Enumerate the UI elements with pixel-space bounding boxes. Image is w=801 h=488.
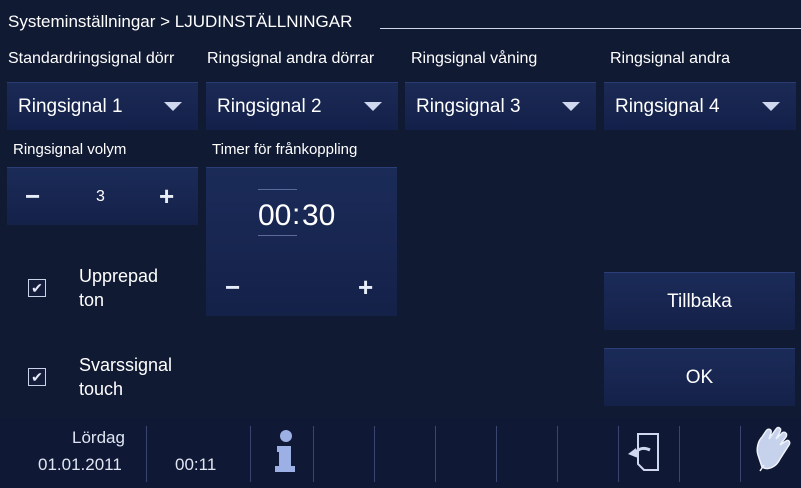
repeat-tone-label-line1: Upprepad (79, 266, 159, 286)
info-icon[interactable] (268, 428, 302, 474)
status-separator (146, 426, 147, 482)
timer-panel: 00 : 30 − + (206, 167, 397, 316)
door-ringtone-value: Ringsignal 1 (18, 95, 123, 117)
door-ringtone-dropdown[interactable]: Ringsignal 1 (7, 82, 198, 130)
volume-increase-button[interactable]: + (159, 183, 174, 209)
back-button[interactable]: Tillbaka (604, 272, 795, 330)
volume-decrease-button[interactable]: − (25, 183, 40, 209)
breadcrumb: Systeminställningar > LJUDINSTÄLLNINGAR (8, 12, 353, 31)
timer-divider-bottom (258, 235, 297, 236)
date: 01.01.2011 (38, 455, 122, 474)
timer-decrease-button[interactable]: − (225, 274, 240, 300)
status-separator (435, 426, 436, 482)
other-ringtone-value: Ringsignal 4 (615, 95, 720, 117)
volume-stepper: − 3 + (7, 167, 198, 225)
touch-answer-label-line1: Svarssignal (79, 355, 173, 375)
other-ringtone-dropdown[interactable]: Ringsignal 4 (604, 82, 796, 130)
timer-colon: : (292, 198, 301, 231)
hand-touch-icon[interactable] (750, 425, 796, 475)
status-separator (618, 426, 619, 482)
volume-label: Ringsignal volym (13, 141, 127, 158)
door-ringtone-label: Standardringsignal dörr (8, 50, 175, 67)
floor-ringtone-dropdown[interactable]: Ringsignal 3 (405, 82, 596, 130)
repeat-tone-label: Upprepad ton (79, 264, 158, 312)
ok-button[interactable]: OK (604, 348, 795, 406)
status-separator (679, 426, 680, 482)
other-doors-ringtone-value: Ringsignal 2 (217, 95, 322, 117)
status-separator (496, 426, 497, 482)
other-doors-ringtone-dropdown[interactable]: Ringsignal 2 (206, 82, 398, 130)
other-ringtone-label: Ringsignal andra (610, 50, 731, 67)
chevron-down-icon (562, 102, 580, 111)
status-separator (557, 426, 558, 482)
floor-ringtone-value: Ringsignal 3 (416, 95, 521, 117)
timer-increase-button[interactable]: + (358, 274, 373, 300)
timer-minutes[interactable]: 00 (258, 199, 291, 233)
chevron-down-icon (762, 102, 780, 111)
weekday: Lördag (72, 428, 125, 447)
touch-answer-checkbox[interactable]: ✔ (28, 368, 46, 386)
floor-ringtone-label: Ringsignal våning (411, 50, 538, 67)
other-doors-ringtone-label: Ringsignal andra dörrar (207, 50, 375, 67)
touch-answer-label-line2: touch (79, 379, 124, 399)
status-separator (313, 426, 314, 482)
timer-seconds[interactable]: 30 (302, 199, 335, 233)
repeat-tone-label-line2: ton (79, 290, 105, 310)
volume-value: 3 (96, 188, 105, 205)
chevron-down-icon (164, 102, 182, 111)
timer-label: Timer för frånkoppling (212, 141, 358, 158)
touch-answer-label: Svarssignal touch (79, 353, 172, 401)
status-separator (740, 426, 741, 482)
status-separator (374, 426, 375, 482)
timer-divider-top (258, 189, 297, 190)
clock-time: 00:11 (175, 455, 217, 474)
return-icon[interactable] (624, 428, 668, 476)
header-divider (380, 28, 801, 29)
status-separator (250, 426, 251, 482)
chevron-down-icon (364, 102, 382, 111)
repeat-tone-checkbox[interactable]: ✔ (28, 279, 46, 297)
